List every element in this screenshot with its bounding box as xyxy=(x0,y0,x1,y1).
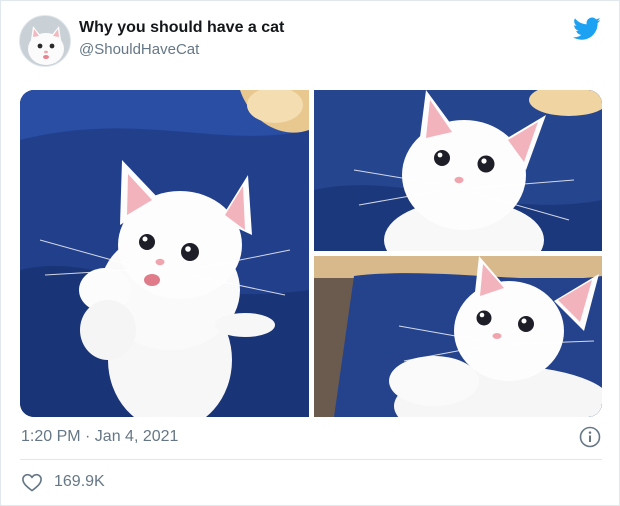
avatar[interactable] xyxy=(19,15,71,67)
photo-kitten-closeup[interactable] xyxy=(314,90,602,251)
kitten-avatar-image xyxy=(20,16,70,66)
heart-icon[interactable] xyxy=(21,472,43,492)
tweet-card: Why you should have a cat @ShouldHaveCat xyxy=(0,0,620,506)
display-name[interactable]: Why you should have a cat xyxy=(79,19,284,37)
photo-kitten-lying[interactable] xyxy=(314,256,602,417)
twitter-bird-icon[interactable] xyxy=(573,17,601,41)
like-count[interactable]: 169.9K xyxy=(54,473,105,491)
info-circle-icon[interactable] xyxy=(579,426,601,448)
media-grid xyxy=(20,90,602,417)
user-handle[interactable]: @ShouldHaveCat xyxy=(79,41,199,58)
divider xyxy=(20,459,602,460)
tweet-timestamp[interactable]: 1:20 PM · Jan 4, 2021 xyxy=(21,428,178,446)
photo-kitten-standing[interactable] xyxy=(20,90,309,417)
